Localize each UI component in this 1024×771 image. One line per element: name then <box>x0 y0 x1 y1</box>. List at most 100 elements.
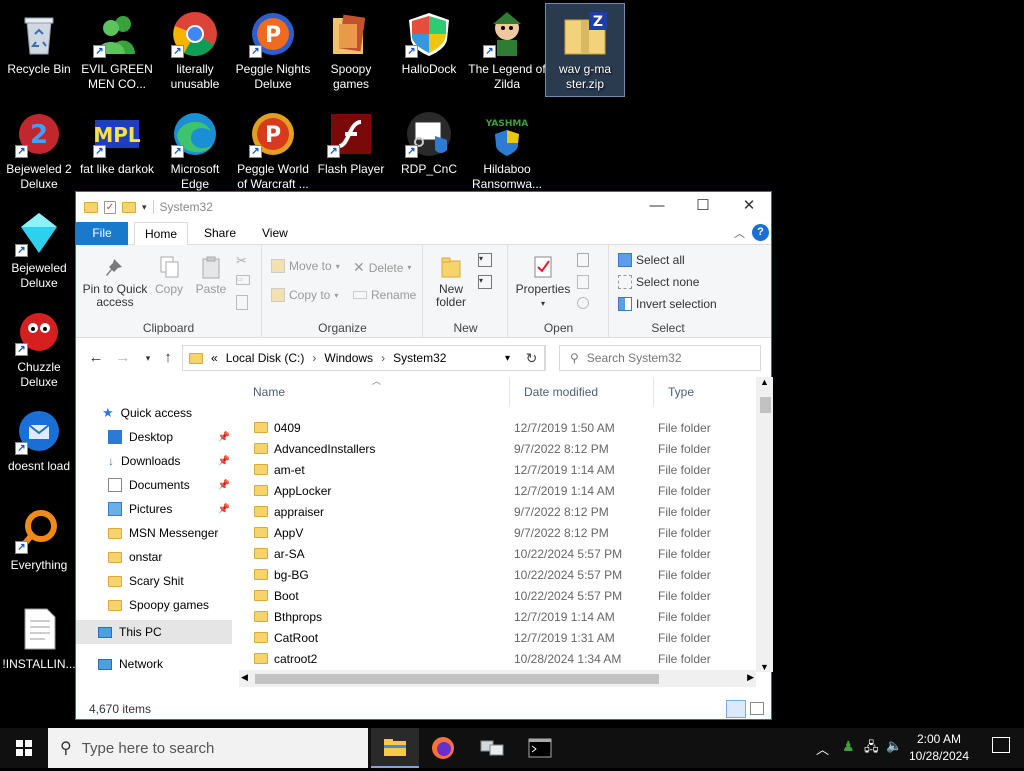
properties-button[interactable]: Properties ▾ <box>513 255 573 310</box>
installing-file-icon[interactable]: !INSTALLIN... <box>0 599 78 691</box>
paste-button[interactable]: Paste <box>192 255 230 296</box>
open-icon[interactable] <box>577 253 589 267</box>
scroll-up-icon[interactable]: ▲ <box>760 377 769 387</box>
scroll-left-icon[interactable]: ◀ <box>241 672 248 683</box>
recent-locations-button[interactable]: ▾ <box>138 349 158 367</box>
notifications-icon[interactable] <box>992 737 1010 753</box>
copy-button[interactable]: Copy <box>152 255 186 296</box>
breadcrumb-drive[interactable]: Local Disk (C:) <box>226 351 305 365</box>
pin-icon[interactable]: 📌 <box>218 480 230 491</box>
everything-icon[interactable]: ↗ Everything <box>0 500 78 592</box>
maximize-button[interactable]: ☐ <box>680 192 726 222</box>
history-icon[interactable] <box>577 297 589 309</box>
table-row[interactable]: AdvancedInstallers 9/7/2022 8:12 PM File f… <box>239 438 754 459</box>
chevron-right-icon[interactable]: › <box>381 351 385 365</box>
chrome-icon[interactable]: ↗ literally unusable <box>156 4 234 96</box>
table-row[interactable]: appraiser 9/7/2022 8:12 PM File folder <box>239 501 754 522</box>
table-row[interactable]: CatRoot 12/7/2019 1:31 AM File folder <box>239 627 754 648</box>
table-row[interactable]: Bthprops 12/7/2019 1:14 AM File folder <box>239 606 754 627</box>
bejeweled-2-icon[interactable]: 2 ↗ Bejeweled 2 Deluxe <box>0 104 78 196</box>
new-folder-button[interactable]: New folder <box>428 255 474 309</box>
vertical-scroll-thumb[interactable] <box>760 397 771 413</box>
properties-quick-icon[interactable]: ✓ <box>104 200 116 214</box>
show-hidden-icons-icon[interactable]: ︿ <box>816 739 829 758</box>
wav-zip-icon[interactable]: Z wav g-ma ster.zip <box>545 3 625 97</box>
pin-quick-access-button[interactable]: Pin to Quick access <box>82 255 148 309</box>
close-button[interactable]: ✕ <box>726 192 772 222</box>
nav-desktop[interactable]: Desktop 📌 <box>76 425 232 449</box>
back-button[interactable]: ← <box>86 349 106 367</box>
edit-icon[interactable] <box>577 275 589 289</box>
table-row[interactable]: AppV 9/7/2022 8:12 PM File folder <box>239 522 754 543</box>
search-box[interactable]: ⚲ Search System32 <box>559 345 761 371</box>
copy-to-button[interactable]: Copy to ▾ <box>271 288 338 302</box>
rdp-cnc-icon[interactable]: ↗ RDP_CnC <box>390 104 468 196</box>
table-row[interactable]: 0409 12/7/2019 1:50 AM File folder <box>239 417 754 438</box>
pin-icon[interactable]: 📌 <box>218 456 230 467</box>
legend-of-zilda-icon[interactable]: ↗ The Legend of Zilda <box>468 4 546 96</box>
delete-button[interactable]: ✕ Delete ▾ <box>353 259 411 276</box>
address-overflow[interactable]: « <box>211 351 218 365</box>
table-row[interactable]: ar-SA 10/22/2024 5:57 PM File folder <box>239 543 754 564</box>
select-all-button[interactable]: Select all <box>618 253 685 267</box>
fat-like-darkok-icon[interactable]: MPL ↗ fat like darkok <box>78 104 156 196</box>
nav-downloads[interactable]: ↓ Downloads 📌 <box>76 449 232 473</box>
up-button[interactable]: ↑ <box>158 349 178 367</box>
address-bar[interactable]: « Local Disk (C:) › Windows › System32 ▾ <box>182 345 545 371</box>
table-row[interactable]: Boot 10/22/2024 5:57 PM File folder <box>239 585 754 606</box>
nav-spoopy-games[interactable]: Spoopy games <box>76 593 232 617</box>
nav-this-pc[interactable]: This PC <box>76 620 232 644</box>
hildaboo-icon[interactable]: YASHMA Hildaboo Ransomwa... <box>468 104 546 196</box>
scroll-right-icon[interactable]: ▶ <box>747 672 754 683</box>
breadcrumb-windows[interactable]: Windows <box>324 351 373 365</box>
peggle-wow-icon[interactable]: P ↗ Peggle World of Warcraft ... <box>234 104 312 196</box>
select-none-button[interactable]: Select none <box>618 275 699 289</box>
table-row[interactable]: am-et 12/7/2019 1:14 AM File folder <box>239 459 754 480</box>
column-date-modified[interactable]: Date modified <box>510 377 654 407</box>
taskbar-file-explorer[interactable] <box>371 728 419 768</box>
nav-pictures[interactable]: Pictures 📌 <box>76 497 232 521</box>
tab-file[interactable]: File <box>76 222 128 245</box>
thunderbird-icon[interactable]: ↗ doesnt load <box>0 401 78 493</box>
peggle-nights-icon[interactable]: P ↗ Peggle Nights Deluxe <box>234 4 312 96</box>
nav-msn-messenger[interactable]: MSN Messenger <box>76 521 232 545</box>
clock[interactable]: 2:00 AM 10/28/2024 <box>904 731 974 765</box>
table-row[interactable]: catroot2 10/28/2024 1:34 AM File folder <box>239 648 754 669</box>
horizontal-scrollbar[interactable]: ◀ ▶ <box>239 670 756 687</box>
paste-shortcut-icon[interactable] <box>236 295 248 310</box>
minimize-button[interactable]: — <box>634 192 680 222</box>
table-row[interactable]: bg-BG 10/22/2024 5:57 PM File folder <box>239 564 754 585</box>
nav-scary-shit[interactable]: Scary Shit <box>76 569 232 593</box>
copy-path-icon[interactable]: ▭ <box>236 275 250 285</box>
pin-icon[interactable]: 📌 <box>218 432 230 443</box>
customize-quick-access-icon[interactable]: ▾ <box>142 202 147 213</box>
refresh-button[interactable]: ↻ <box>518 345 546 371</box>
pin-icon[interactable]: 📌 <box>218 504 230 515</box>
flash-player-icon[interactable]: ↗ Flash Player <box>312 104 390 196</box>
taskbar-network-app[interactable] <box>468 728 516 768</box>
people-icon[interactable]: ♟ <box>842 738 855 755</box>
horizontal-scroll-thumb[interactable] <box>255 674 659 684</box>
large-icons-view-icon[interactable] <box>750 702 764 715</box>
tab-home[interactable]: Home <box>134 222 189 246</box>
bejeweled-deluxe-icon[interactable]: ↗ Bejeweled Deluxe <box>0 203 78 295</box>
table-row[interactable]: AppLocker 12/7/2019 1:14 AM File folder <box>239 480 754 501</box>
taskbar-firefox[interactable] <box>419 728 467 768</box>
tab-view[interactable]: View <box>252 222 298 245</box>
edge-icon[interactable]: ↗ Microsoft Edge <box>156 104 234 196</box>
taskbar-command-prompt[interactable] <box>516 728 564 768</box>
new-folder-quick-icon[interactable] <box>122 201 136 213</box>
network-icon[interactable]: 🖧 <box>864 738 879 760</box>
start-button[interactable] <box>0 728 48 768</box>
hallodock-icon[interactable]: ↗ HalloDock <box>390 4 468 96</box>
title-bar[interactable]: ✓ ▾ System32 — ☐ ✕ <box>76 192 771 222</box>
taskbar-search-box[interactable]: ⚲ Type here to search <box>48 728 368 768</box>
help-icon[interactable]: ? <box>752 224 769 241</box>
collapse-ribbon-icon[interactable]: ︿ <box>734 225 745 241</box>
nav-network[interactable]: Network <box>76 652 232 676</box>
new-item-icon[interactable]: ▾ <box>478 253 492 267</box>
nav-onstar[interactable]: onstar <box>76 545 232 569</box>
nav-documents[interactable]: Documents 📌 <box>76 473 232 497</box>
spoopy-games-folder-icon[interactable]: Spoopy games <box>312 4 390 96</box>
address-dropdown-icon[interactable]: ▾ <box>505 353 510 364</box>
